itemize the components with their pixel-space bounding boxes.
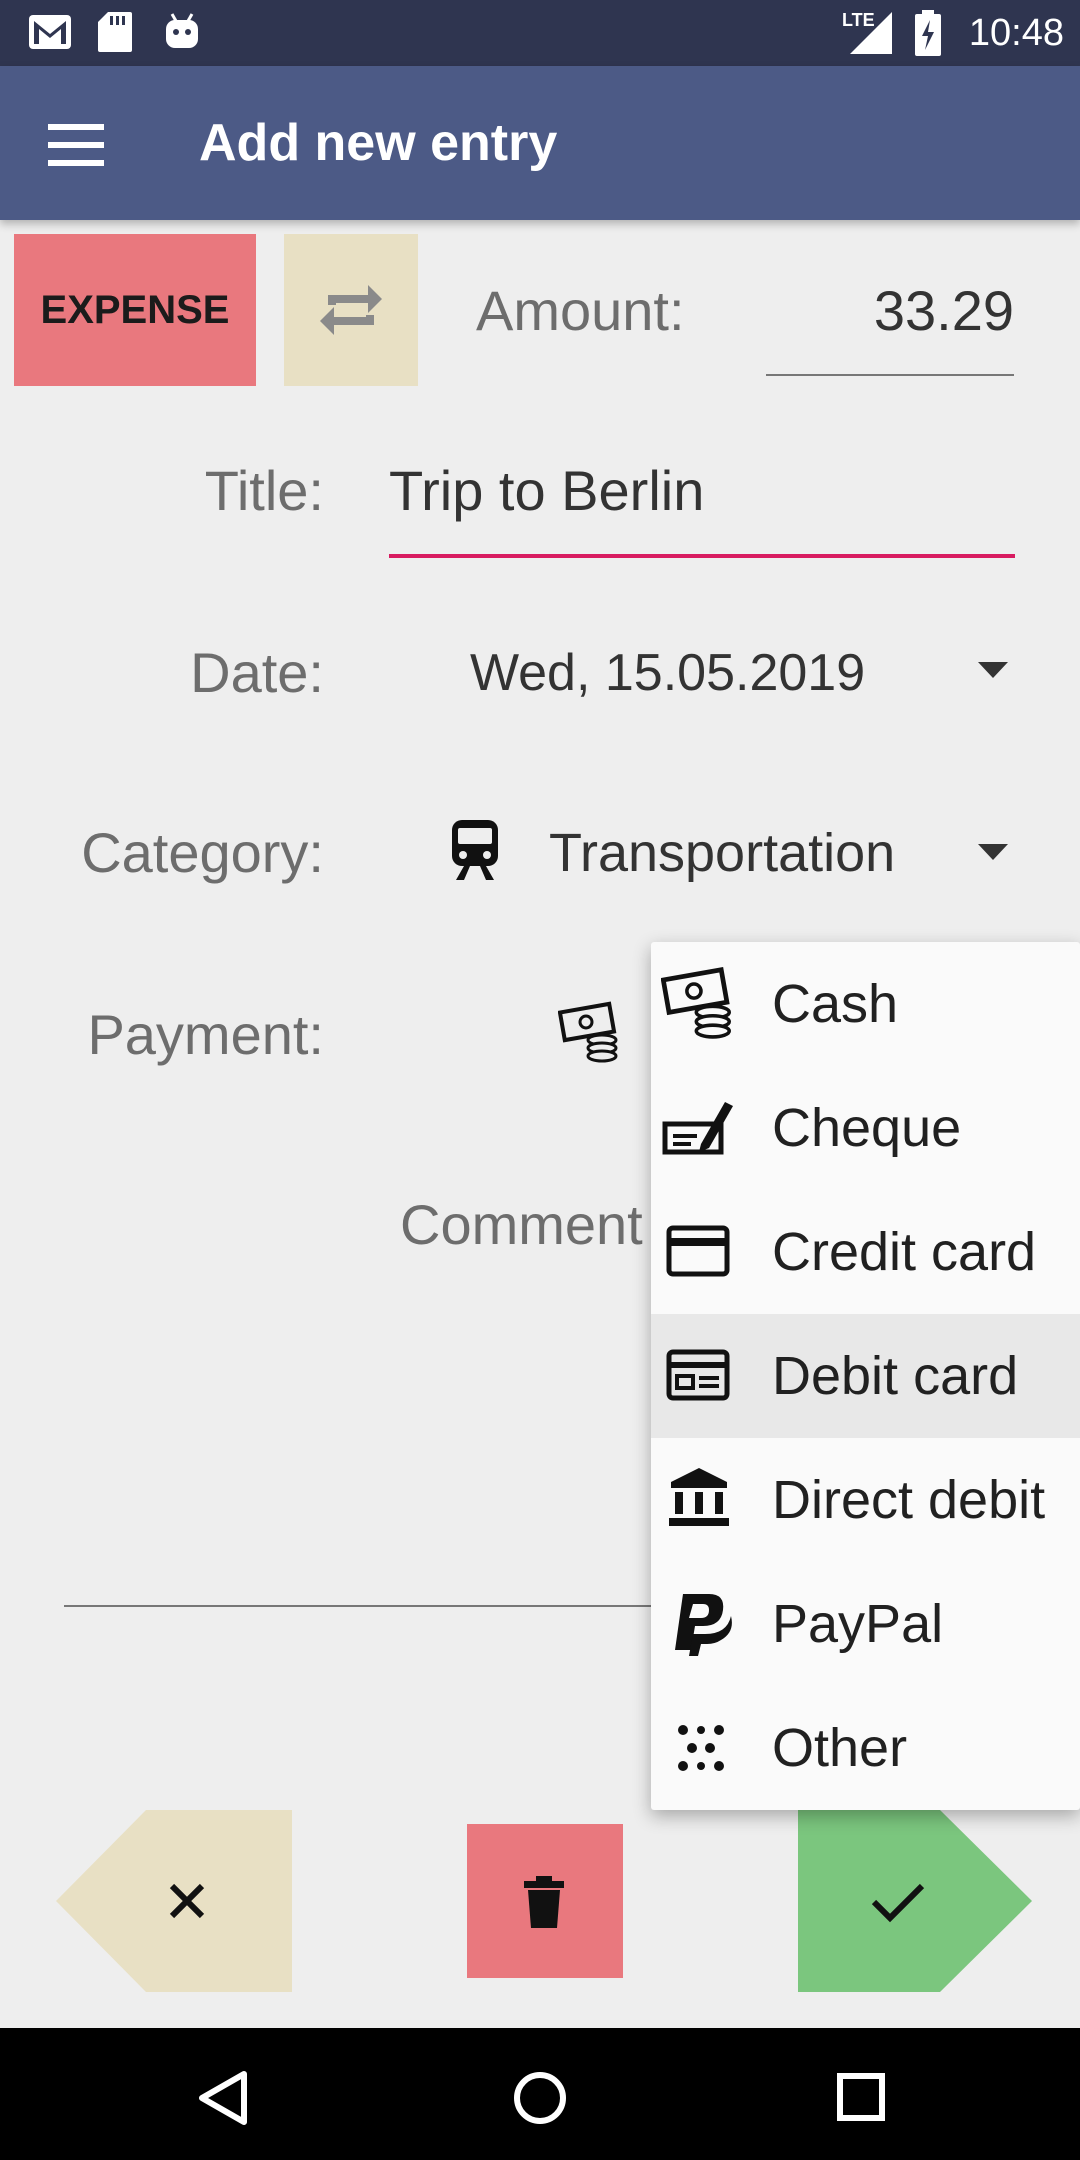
delete-icon xyxy=(524,1876,564,1928)
title-label: Title: xyxy=(204,459,324,522)
swap-type-button[interactable] xyxy=(284,234,418,386)
debit-card-icon xyxy=(666,1349,730,1401)
menu-item-other[interactable]: Other xyxy=(651,1686,1080,1810)
amount-label: Amount: xyxy=(476,279,685,342)
home-icon[interactable] xyxy=(512,2070,568,2126)
signal-icon xyxy=(850,12,892,54)
back-icon[interactable] xyxy=(196,2070,248,2126)
paypal-icon xyxy=(675,1594,732,1656)
clock: 10:48 xyxy=(968,12,1064,54)
dots-icon xyxy=(678,1725,724,1771)
confirm-button[interactable] xyxy=(798,1810,1034,1992)
cash-icon xyxy=(661,967,731,1039)
menu-item-label: Cash xyxy=(772,974,899,1034)
battery-charging-icon xyxy=(915,10,941,56)
expense-type-button[interactable]: EXPENSE xyxy=(14,234,256,386)
category-dropdown-icon[interactable] xyxy=(978,844,1008,862)
date-label: Date: xyxy=(190,641,324,704)
menu-item-label: Credit card xyxy=(772,1222,1037,1282)
page-title: Add new entry xyxy=(199,114,558,172)
menu-item-label: PayPal xyxy=(772,1594,944,1654)
comment-label: Comment xyxy=(400,1193,643,1256)
delete-button[interactable] xyxy=(467,1824,623,1978)
amount-field[interactable]: 33.29 xyxy=(766,276,1014,346)
category-selector[interactable]: Transportation xyxy=(549,818,895,888)
menu-item-label: Cheque xyxy=(772,1098,962,1158)
cheque-icon xyxy=(662,1102,733,1155)
menu-item-direct-debit[interactable]: Direct debit xyxy=(651,1438,1080,1562)
menu-item-paypal[interactable]: PayPal xyxy=(651,1562,1080,1686)
payment-dropdown-menu: Cash Cheque Credit card Debit card Direc… xyxy=(651,942,1080,1810)
menu-item-label: Other xyxy=(772,1718,908,1778)
android-icon xyxy=(166,13,198,48)
hamburger-menu-icon[interactable] xyxy=(48,124,108,168)
title-underline xyxy=(389,554,1015,558)
menu-item-cheque[interactable]: Cheque xyxy=(651,1066,1080,1190)
payment-cash-icon[interactable] xyxy=(558,1000,626,1066)
recents-icon[interactable] xyxy=(836,2072,886,2122)
menu-item-cash[interactable]: Cash xyxy=(651,942,1080,1066)
date-selector[interactable]: Wed, 15.05.2019 xyxy=(470,638,865,708)
train-icon xyxy=(452,820,498,880)
title-field[interactable]: Trip to Berlin xyxy=(389,456,704,526)
cancel-button[interactable] xyxy=(56,1810,292,1992)
status-bar: LTE 10:48 xyxy=(0,0,1080,66)
date-dropdown-icon[interactable] xyxy=(978,662,1008,680)
payment-label: Payment: xyxy=(87,1003,324,1066)
credit-card-icon xyxy=(666,1225,730,1277)
menu-item-label: Direct debit xyxy=(772,1470,1046,1530)
bank-icon xyxy=(669,1468,729,1526)
menu-item-debit-card[interactable]: Debit card xyxy=(651,1314,1080,1438)
amount-underline xyxy=(766,374,1014,376)
gmail-icon xyxy=(29,15,71,49)
category-label: Category: xyxy=(81,821,324,884)
sd-card-icon xyxy=(98,12,132,52)
comment-underline xyxy=(64,1605,664,1607)
swap-icon xyxy=(320,285,382,335)
menu-item-credit-card[interactable]: Credit card xyxy=(651,1190,1080,1314)
menu-item-label: Debit card xyxy=(772,1346,1019,1406)
system-navigation-bar xyxy=(0,2028,1080,2160)
